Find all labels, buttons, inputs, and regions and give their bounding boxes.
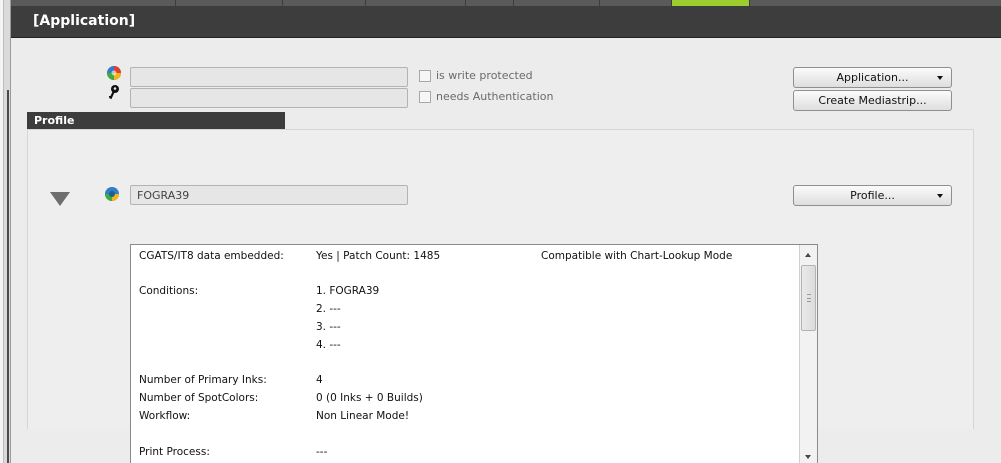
condition-item: 3. --- bbox=[316, 321, 341, 333]
key-icon bbox=[109, 85, 119, 100]
scroll-up-icon[interactable] bbox=[805, 253, 811, 257]
create-mediastrip-label: Create Mediastrip... bbox=[818, 94, 927, 107]
cgats-label: CGATS/IT8 data embedded: bbox=[139, 250, 284, 262]
scroll-thumb[interactable] bbox=[801, 265, 816, 331]
write-protected-label: is write protected bbox=[436, 69, 533, 82]
scroll-grip-icon bbox=[807, 294, 811, 302]
condition-item: 4. --- bbox=[316, 339, 341, 351]
page-title: [Application] bbox=[33, 13, 136, 29]
create-mediastrip-button[interactable]: Create Mediastrip... bbox=[793, 90, 952, 111]
write-protected-option[interactable]: is write protected bbox=[419, 69, 533, 82]
profile-name-field[interactable]: FOGRA39 bbox=[130, 185, 408, 205]
cgats-value: Yes | Patch Count: 1485 bbox=[316, 250, 441, 262]
application-dropdown-button[interactable]: Application... bbox=[793, 67, 952, 88]
profile-section-tab: Profile bbox=[27, 112, 285, 129]
info-scrollbar[interactable] bbox=[799, 245, 817, 463]
write-protected-checkbox[interactable] bbox=[419, 69, 431, 82]
print-process-label: Print Process: bbox=[139, 446, 210, 458]
profile-swirl-icon bbox=[105, 187, 119, 201]
authentication-field[interactable] bbox=[130, 88, 408, 108]
application-name-field[interactable] bbox=[130, 67, 408, 87]
scroll-down-icon[interactable] bbox=[805, 455, 811, 459]
header-bar: [Application] bbox=[11, 6, 1001, 38]
needs-authentication-label: needs Authentication bbox=[436, 90, 554, 103]
workflow-value: Non Linear Mode! bbox=[316, 410, 410, 422]
chevron-down-icon bbox=[937, 194, 943, 198]
needs-authentication-checkbox[interactable] bbox=[419, 90, 431, 103]
color-wheel-icon bbox=[107, 66, 121, 80]
condition-item: 1. FOGRA39 bbox=[316, 285, 380, 297]
needs-authentication-option[interactable]: needs Authentication bbox=[419, 90, 553, 103]
spotcolors-value: 0 (0 Inks + 0 Builds) bbox=[316, 392, 423, 404]
primary-inks-label: Number of Primary Inks: bbox=[139, 374, 267, 386]
application-button-label: Application... bbox=[836, 71, 909, 84]
workflow-label: Workflow: bbox=[139, 410, 191, 422]
profile-info-box[interactable]: CGATS/IT8 data embedded: Yes | Patch Cou… bbox=[130, 244, 818, 463]
spotcolors-label: Number of SpotColors: bbox=[139, 392, 259, 404]
conditions-label: Conditions: bbox=[139, 285, 199, 297]
condition-item: 2. --- bbox=[316, 303, 341, 315]
profile-button-label: Profile... bbox=[850, 189, 895, 202]
chevron-down-icon bbox=[937, 76, 943, 80]
print-process-value: --- bbox=[316, 446, 328, 458]
left-frame-divider bbox=[7, 90, 9, 463]
collapse-triangle-icon[interactable] bbox=[50, 192, 70, 206]
primary-inks-value: 4 bbox=[316, 374, 323, 386]
cgats-note: Compatible with Chart-Lookup Mode bbox=[541, 250, 733, 262]
profile-dropdown-button[interactable]: Profile... bbox=[793, 185, 952, 206]
